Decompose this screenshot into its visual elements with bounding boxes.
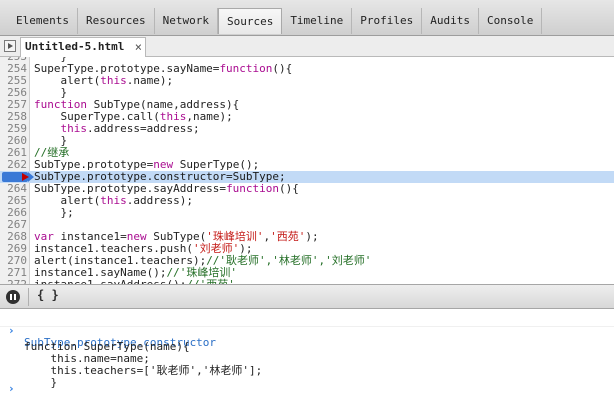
console-drawer[interactable]: › SubType.prototype.constructor function…: [0, 309, 614, 402]
file-tab[interactable]: Untitled-5.html ×: [20, 37, 146, 57]
pretty-print-button[interactable]: { }: [37, 288, 59, 302]
code-line: 255 alert(this.name);: [0, 75, 614, 87]
pause-on-exceptions-icon[interactable]: [6, 290, 20, 304]
tab-resources[interactable]: Resources: [78, 8, 155, 34]
close-icon[interactable]: ×: [135, 38, 142, 56]
code-line: 259 this.address=address;: [0, 123, 614, 135]
file-tab-label: Untitled-5.html: [25, 40, 125, 53]
line-number[interactable]: 262: [0, 159, 27, 171]
navigator-toggle-icon[interactable]: [4, 40, 16, 52]
tab-network[interactable]: Network: [155, 8, 218, 34]
code-text: };: [34, 206, 74, 219]
tab-elements[interactable]: Elements: [8, 8, 78, 34]
devtools-toolbar: Elements Resources Network Sources Timel…: [0, 0, 614, 36]
toolbar-divider: [28, 288, 29, 306]
console-divider: [0, 326, 614, 327]
console-input[interactable]: ›: [0, 381, 614, 397]
execution-pointer-icon: [22, 173, 29, 181]
code-line: 265 alert(this.address);: [0, 195, 614, 207]
tab-sources[interactable]: Sources: [217, 8, 283, 34]
tab-timeline[interactable]: Timeline: [282, 8, 353, 34]
tab-profiles[interactable]: Profiles: [352, 8, 423, 34]
tab-audits[interactable]: Audits: [422, 8, 480, 34]
code-editor[interactable]: 253 }254SuperType.prototype.sayName=func…: [0, 57, 614, 284]
code-line: 260 }: [0, 135, 614, 147]
debugger-status-bar: { }: [0, 284, 614, 309]
code-line: 266 };: [0, 207, 614, 219]
file-tab-bar: Untitled-5.html ×: [0, 36, 614, 57]
panel-tabs: Elements Resources Network Sources Timel…: [8, 8, 543, 34]
tab-console[interactable]: Console: [479, 8, 543, 34]
console-input-prompt-icon: ›: [8, 382, 15, 395]
